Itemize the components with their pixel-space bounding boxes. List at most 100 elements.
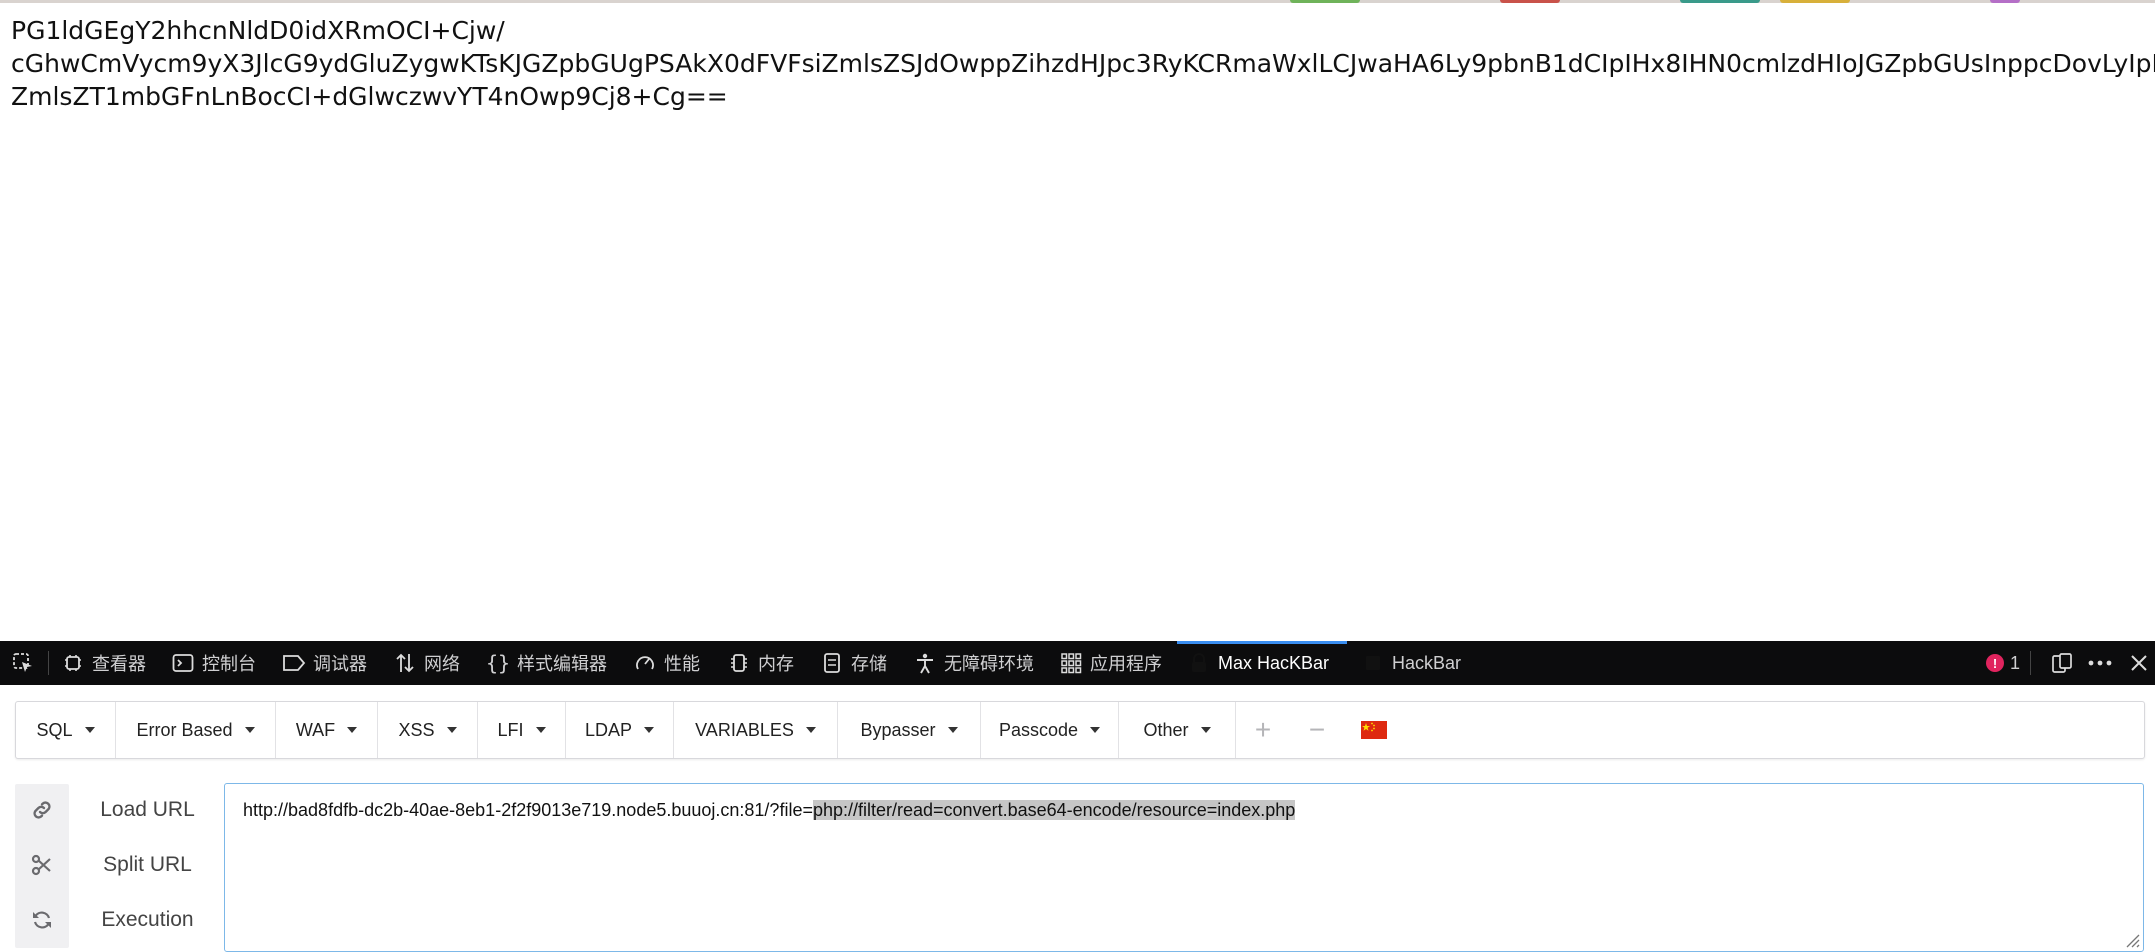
refresh-icon [31, 909, 53, 935]
menu-label: Other [1143, 719, 1189, 740]
output-line: cGhwCmVycm9yX3JlcG9ydGluZygwKTsKJGZpbGUg… [11, 49, 2155, 78]
menu-label: WAF [295, 719, 336, 740]
caret-down-icon [446, 727, 457, 733]
accessibility-icon [912, 650, 938, 676]
tab-label: 控制台 [202, 654, 256, 674]
error-count: 1 [2010, 652, 2021, 673]
console-icon [170, 650, 196, 676]
memory-icon [726, 650, 752, 676]
caret-down-icon [347, 727, 358, 733]
caret-down-icon [1090, 727, 1101, 733]
menu-variables[interactable]: VARIABLES [674, 702, 838, 758]
add-button[interactable]: + [1236, 702, 1290, 758]
plus-icon: + [1254, 714, 1272, 745]
menu-lfi[interactable]: LFI [478, 702, 566, 758]
devtools-panel: 查看器 控制台 调试器 网络 {} 样式编辑器 性能 内存 存储 无障碍环境 应… [0, 641, 2155, 952]
decor-blob [1780, 0, 1850, 3]
caret-down-icon [84, 727, 95, 733]
more-options-button[interactable] [2087, 641, 2119, 685]
caret-down-icon [1200, 727, 1211, 733]
tab-performance[interactable]: 性能 [632, 641, 700, 685]
dock-side-button[interactable] [2049, 641, 2081, 685]
tab-label: 样式编辑器 [517, 654, 607, 674]
output-line: PG1ldGEgY2hhcnNldD0idXRmOCI+Cjw/ [11, 16, 505, 45]
error-count-button[interactable]: ! 1 [1986, 641, 2020, 685]
menu-label: LDAP [584, 719, 633, 740]
tab-max-hackbar[interactable]: Max HacKBar [1186, 641, 1329, 685]
application-icon [1058, 650, 1084, 676]
scissors-icon [31, 854, 53, 880]
split-url-icon-button[interactable] [15, 847, 69, 887]
remove-button[interactable]: − [1290, 702, 1344, 758]
element-picker-button[interactable] [10, 641, 42, 685]
storage-icon [819, 650, 845, 676]
performance-icon [632, 650, 658, 676]
tab-label: 调试器 [313, 654, 367, 674]
menu-label: VARIABLES [695, 719, 794, 740]
dock-side-icon [2049, 650, 2075, 676]
tab-debugger[interactable]: 调试器 [281, 641, 367, 685]
tab-label: Max HacKBar [1218, 652, 1330, 673]
tab-label: 应用程序 [1090, 654, 1162, 674]
decor-blob [1290, 0, 1360, 3]
tab-hackbar[interactable]: HackBar [1360, 641, 1461, 685]
url-text: http://bad8fdfb-dc2b-40ae-8eb1-2f2f9013e… [243, 798, 1296, 822]
menu-label: XSS [398, 719, 435, 740]
resize-grip-icon[interactable] [2121, 929, 2141, 949]
menu-error-based[interactable]: Error Based [116, 702, 276, 758]
output-line: ZmlsZT1mbGFnLnBocCI+dGlwczwvYT4nOwp9Cj8+… [11, 82, 728, 111]
minus-icon: − [1308, 714, 1326, 745]
page-top-strip [0, 0, 2155, 3]
devtools-toolbar: 查看器 控制台 调试器 网络 {} 样式编辑器 性能 内存 存储 无障碍环境 应… [0, 641, 2155, 685]
load-url-icon-button[interactable] [15, 792, 69, 832]
more-options-icon [2087, 650, 2113, 676]
element-picker-icon [10, 650, 36, 676]
tab-storage[interactable]: 存储 [819, 641, 887, 685]
toolbar-divider [48, 651, 49, 675]
style-editor-icon: {} [485, 651, 511, 675]
tab-inspector[interactable]: 查看器 [60, 641, 146, 685]
tab-label: 性能 [664, 654, 700, 674]
tab-accessibility[interactable]: 无障碍环境 [912, 641, 1034, 685]
menu-ldap[interactable]: LDAP [566, 702, 674, 758]
menu-passcode[interactable]: Passcode [981, 702, 1119, 758]
close-devtools-button[interactable] [2126, 641, 2155, 685]
tab-console[interactable]: 控制台 [170, 641, 256, 685]
split-url-button[interactable]: Split URL [80, 845, 215, 885]
tab-label: 查看器 [92, 654, 146, 674]
menu-label: LFI [497, 719, 524, 740]
decor-blob [1990, 0, 2020, 3]
menu-label: SQL [36, 719, 73, 740]
menu-waf[interactable]: WAF [276, 702, 378, 758]
url-textarea[interactable]: http://bad8fdfb-dc2b-40ae-8eb1-2f2f9013e… [224, 783, 2144, 952]
decor-blob [1500, 0, 1560, 3]
url-selected-text: php://filter/read=convert.base64-encode/… [812, 800, 1296, 820]
debugger-icon [281, 650, 307, 676]
caret-down-icon [947, 727, 958, 733]
menu-sql[interactable]: SQL [16, 702, 116, 758]
language-button[interactable] [1344, 702, 1404, 758]
menu-label: Error Based [136, 719, 233, 740]
tab-label: 无障碍环境 [944, 654, 1034, 674]
caret-down-icon [644, 727, 655, 733]
tab-label: HackBar [1392, 652, 1462, 673]
menu-other[interactable]: Other [1119, 702, 1236, 758]
tab-application[interactable]: 应用程序 [1058, 641, 1162, 685]
url-prefix: http://bad8fdfb-dc2b-40ae-8eb1-2f2f9013e… [243, 800, 813, 820]
link-icon [31, 799, 53, 825]
load-url-button[interactable]: Load URL [80, 790, 215, 830]
tab-memory[interactable]: 内存 [726, 641, 794, 685]
china-flag-icon [1361, 714, 1387, 746]
tab-label: 网络 [424, 654, 460, 674]
hackbar-menu: SQL Error Based WAF XSS LFI LDAP VARIABL… [15, 701, 2145, 759]
close-icon [2126, 650, 2152, 676]
tab-network[interactable]: 网络 [392, 641, 460, 685]
menu-xss[interactable]: XSS [378, 702, 478, 758]
menu-bypasser[interactable]: Bypasser [838, 702, 981, 758]
execute-icon-button[interactable] [15, 902, 69, 942]
execute-button[interactable]: Execution [80, 900, 215, 940]
tab-label: 内存 [758, 654, 794, 674]
menu-label: Bypasser [860, 719, 936, 740]
tab-style-editor[interactable]: {} 样式编辑器 [485, 641, 607, 685]
action-icon-column [15, 784, 69, 948]
